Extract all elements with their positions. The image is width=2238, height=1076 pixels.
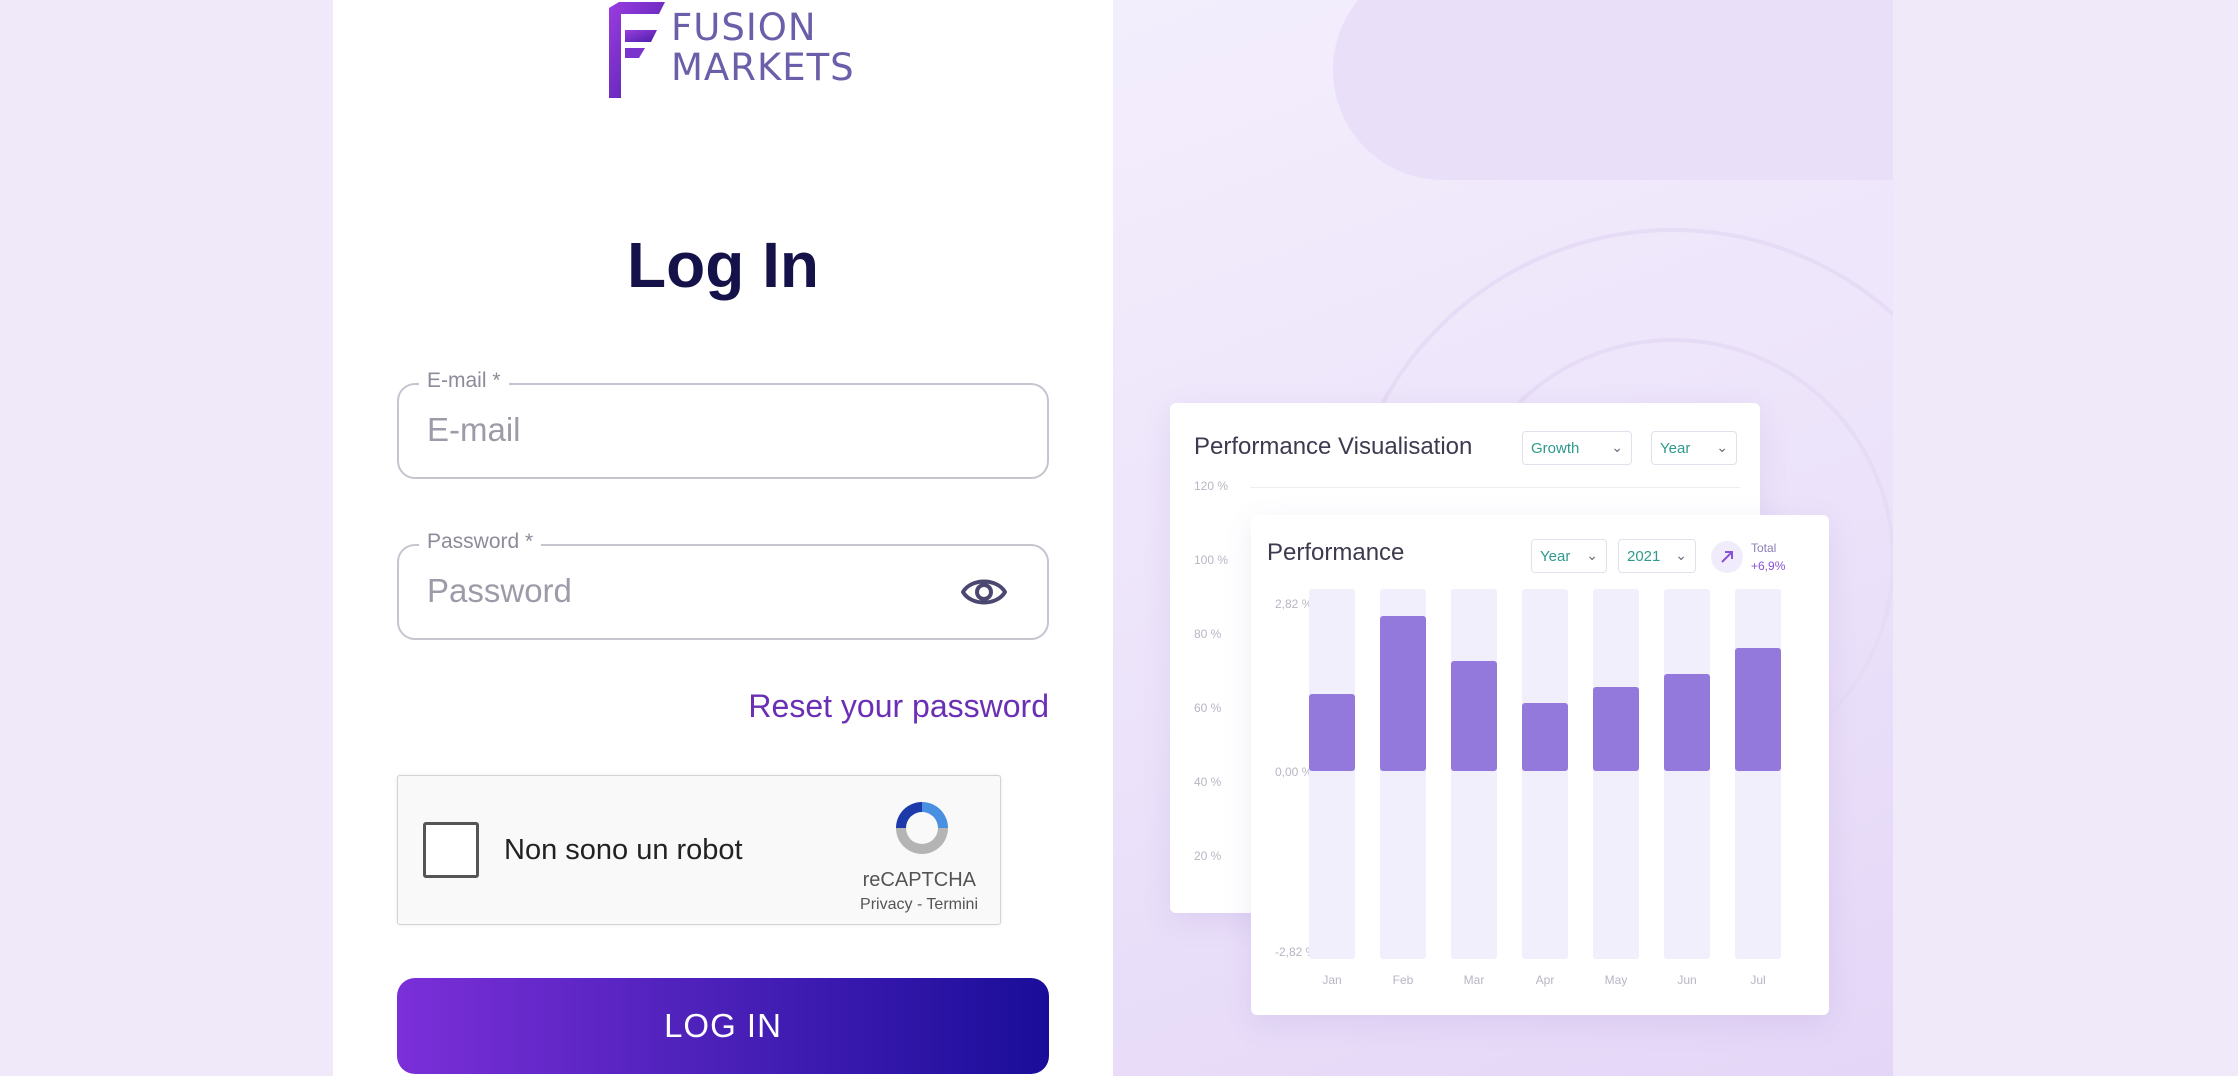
brand-name: FUSION MARKETS [671, 8, 855, 88]
bar-track [1451, 589, 1497, 959]
chevron-down-icon: ⌄ [1586, 547, 1598, 563]
back-y-tick: 100 % [1194, 553, 1229, 567]
year-value-dropdown[interactable]: 2021 ⌄ [1618, 539, 1696, 573]
bar-apr [1522, 703, 1568, 771]
growth-dropdown[interactable]: Growth ⌄ [1522, 431, 1632, 465]
captcha-terms-link[interactable]: Privacy - Termini [860, 896, 978, 914]
arrow-up-right-icon [1721, 551, 1733, 563]
back-y-tick: 40 % [1194, 775, 1222, 789]
fusion-logo-icon [609, 2, 665, 98]
login-panel: FUSION MARKETS Log In E-mail * E-mail Pa… [333, 0, 1113, 1076]
bar-jun [1664, 674, 1710, 771]
back-y-tick: 60 % [1194, 701, 1222, 715]
year-dropdown-back[interactable]: Year ⌄ [1651, 431, 1737, 465]
captcha-label: Non sono un robot [504, 834, 743, 866]
front-card-title: Performance [1267, 539, 1405, 566]
x-tick-label: Jun [1677, 973, 1697, 987]
front-y-tick: 2,82 % [1275, 597, 1313, 611]
login-button[interactable]: LOG IN [397, 978, 1049, 1074]
chevron-down-icon: ⌄ [1716, 439, 1728, 455]
reset-password-link[interactable]: Reset your password [748, 688, 1049, 725]
x-tick-label: Jan [1322, 973, 1342, 987]
performance-card: Performance Year ⌄ 2021 ⌄ Total +6,9% 2,… [1251, 515, 1829, 1015]
brand-line-1: FUSION [671, 6, 817, 49]
x-tick-label: Feb [1392, 973, 1414, 987]
illustration-panel: Performance Visualisation Growth ⌄ Year … [1113, 0, 1893, 1076]
x-tick-label: May [1604, 973, 1628, 987]
brand-logo: FUSION MARKETS [609, 0, 854, 100]
bar-track [1309, 589, 1355, 959]
bar-track [1735, 589, 1781, 959]
year-dropdown-label: Year [1540, 548, 1571, 565]
chevron-down-icon: ⌄ [1675, 547, 1687, 563]
total-label: Total [1751, 541, 1777, 555]
year-dropdown[interactable]: Year ⌄ [1531, 539, 1607, 573]
back-y-tick: 120 % [1194, 479, 1229, 493]
email-label: E-mail * [419, 369, 509, 393]
back-y-tick: 20 % [1194, 849, 1222, 863]
captcha-brand: reCAPTCHA [862, 869, 976, 891]
bar-track [1522, 589, 1568, 959]
page-title: Log In [627, 229, 819, 301]
front-y-tick: 0,00 % [1275, 765, 1313, 779]
bar-track [1593, 589, 1639, 959]
recaptcha-icon [896, 802, 948, 854]
password-label: Password * [419, 530, 542, 554]
brand-line-2: MARKETS [671, 46, 855, 89]
x-tick-label: Apr [1535, 973, 1555, 987]
x-tick-label: Jul [1750, 973, 1766, 987]
bar-jul [1735, 648, 1781, 771]
grid-line [1250, 487, 1740, 488]
bar-jan [1309, 694, 1355, 771]
total-value: +6,9% [1751, 559, 1786, 573]
trend-up-icon [1711, 541, 1743, 573]
growth-dropdown-label: Growth [1531, 440, 1580, 457]
bar-feb [1380, 616, 1426, 771]
password-placeholder: Password [427, 572, 572, 609]
email-placeholder: E-mail [427, 411, 521, 448]
chevron-down-icon: ⌄ [1611, 439, 1623, 455]
captcha-checkbox[interactable] [423, 822, 479, 878]
bar-track [1664, 589, 1710, 959]
year-value-label: 2021 [1627, 548, 1661, 565]
bar-may [1593, 687, 1639, 771]
password-field[interactable]: Password * Password [397, 530, 1049, 640]
x-tick-label: Mar [1463, 973, 1485, 987]
back-card-title: Performance Visualisation [1194, 433, 1473, 460]
recaptcha-widget: Non sono un robot reCAPTCHA Privacy - Te… [397, 775, 1001, 925]
bar-mar [1451, 661, 1497, 771]
email-field[interactable]: E-mail * E-mail [397, 369, 1049, 479]
back-y-tick: 80 % [1194, 627, 1222, 641]
show-password-icon[interactable] [961, 574, 1007, 610]
page-background-right [1893, 0, 2238, 1076]
year-dropdown-back-label: Year [1660, 440, 1691, 457]
